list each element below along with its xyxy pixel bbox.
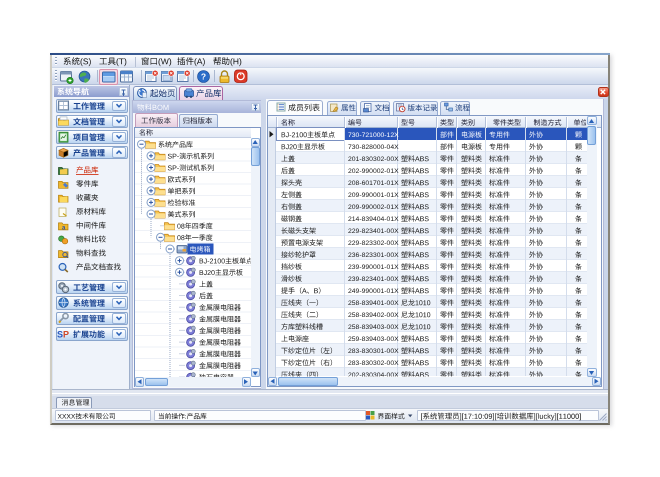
svg-text:258-839402-00X: 258-839402-00X <box>348 312 399 319</box>
svg-text:208-601701-01X: 208-601701-01X <box>348 180 399 187</box>
svg-text:229-823302-00X: 229-823302-00X <box>348 240 399 247</box>
svg-text:209-990002-01X: 209-990002-01X <box>348 204 399 211</box>
svg-text:202-830304-00X: 202-830304-00X <box>348 372 399 379</box>
svg-text:730-721000-12X: 730-721000-12X <box>348 132 399 139</box>
svg-text:258-839401-00X: 258-839401-00X <box>348 300 399 307</box>
svg-text:239-823401-00X: 239-823401-00X <box>348 276 399 283</box>
svg-text:283-830302-00X: 283-830302-00X <box>348 360 399 367</box>
svg-text:214-839404-01X: 214-839404-01X <box>348 216 399 223</box>
svg-text:258-839403-00X: 258-839403-00X <box>348 324 399 331</box>
svg-text:P: P <box>63 330 69 340</box>
svg-text:730-828000-04X: 730-828000-04X <box>348 144 399 151</box>
svg-text:236-823301-00X: 236-823301-00X <box>348 252 399 259</box>
svg-text:202-990002-01X: 202-990002-01X <box>348 168 399 175</box>
svg-text:259-839403-00X: 259-839403-00X <box>348 336 399 343</box>
svg-text:249-990001-01X: 249-990001-01X <box>348 288 399 295</box>
svg-text:239-990001-01X: 239-990001-01X <box>348 264 399 271</box>
svg-text:283-830301-00X: 283-830301-00X <box>348 348 399 355</box>
svg-text:?: ? <box>201 71 206 81</box>
svg-text:209-990001-01X: 209-990001-01X <box>348 192 399 199</box>
svg-text:229-823401-00X: 229-823401-00X <box>348 228 399 235</box>
svg-text:201-830302-00X: 201-830302-00X <box>348 156 399 163</box>
